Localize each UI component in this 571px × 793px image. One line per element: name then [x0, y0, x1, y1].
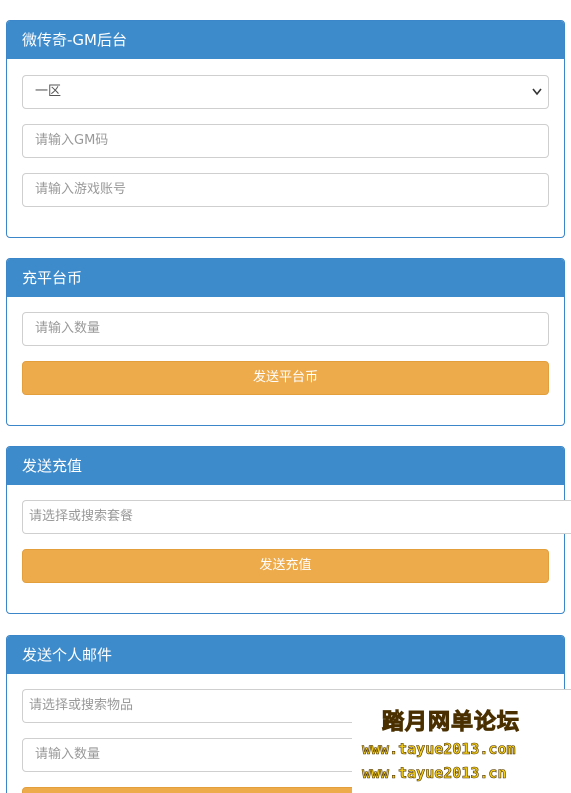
package-search-select[interactable]: 请选择或搜索套餐 — [22, 500, 571, 534]
platform-coin-panel: 充平台币 请输入数量 发送平台币 — [6, 258, 565, 426]
forum-watermark: 踏月网单论坛 www.tayue2013.com www.tayue2013.c… — [352, 700, 571, 793]
gm-code-input[interactable]: 请输入GM码 — [22, 124, 549, 158]
game-account-input[interactable]: 请输入游戏账号 — [22, 173, 549, 207]
watermark-title: 踏月网单论坛 — [381, 710, 521, 736]
server-select[interactable]: 一区 — [22, 75, 549, 109]
watermark-url-cn: www.tayue2013.cn — [362, 764, 507, 783]
send-platform-coin-button[interactable]: 发送平台币 — [22, 361, 549, 395]
coin-amount-input[interactable]: 请输入数量 — [22, 312, 549, 346]
gm-backend-page: 微传奇-GM后台 一区 请输入GM码 请输入游戏账号 充平台币 请输入数量 发送… — [0, 0, 571, 793]
recharge-panel-title: 发送充值 — [7, 447, 564, 485]
watermark-url-com: www.tayue2013.com — [362, 740, 516, 759]
chevron-down-icon — [532, 76, 542, 120]
gm-panel-title: 微传奇-GM后台 — [7, 21, 564, 59]
mail-panel-title: 发送个人邮件 — [7, 636, 564, 674]
platform-coin-panel-title: 充平台币 — [7, 259, 564, 297]
package-search-placeholder: 请选择或搜索套餐 — [29, 509, 134, 524]
server-select-value: 一区 — [35, 84, 62, 99]
recharge-panel: 发送充值 请选择或搜索套餐 发送充值 — [6, 446, 571, 614]
gm-panel: 微传奇-GM后台 一区 请输入GM码 请输入游戏账号 — [6, 20, 565, 238]
item-search-placeholder: 请选择或搜索物品 — [29, 698, 134, 713]
send-recharge-button[interactable]: 发送充值 — [22, 549, 549, 583]
